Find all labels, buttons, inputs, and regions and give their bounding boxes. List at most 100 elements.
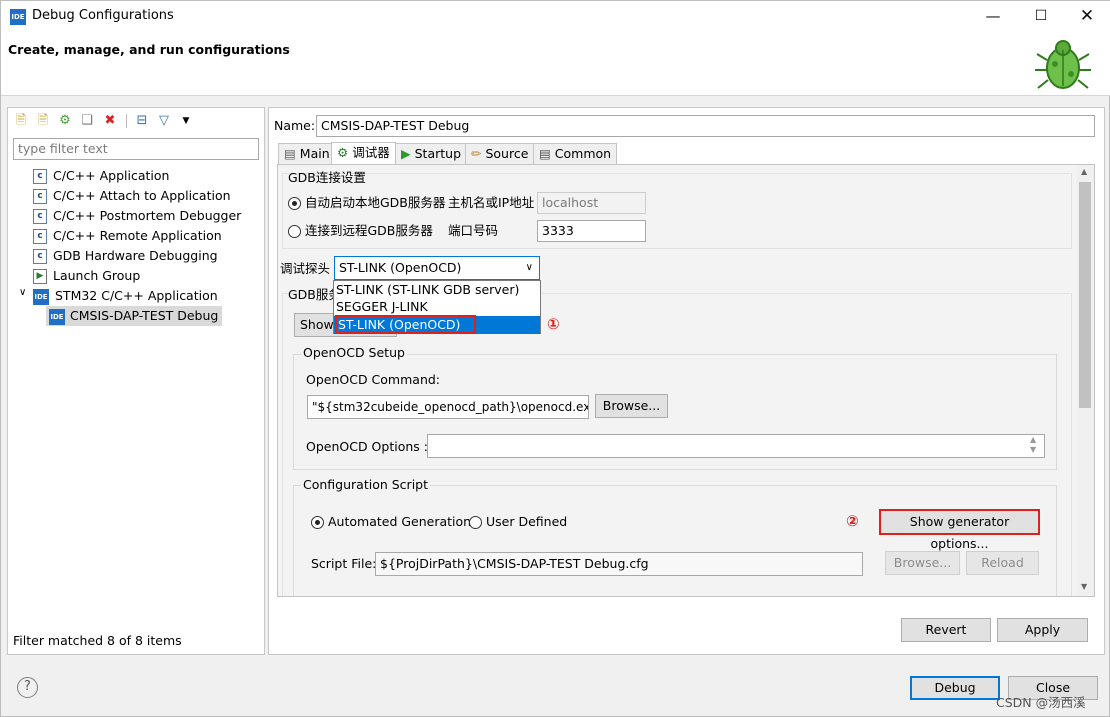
user-defined-label: User Defined: [486, 514, 568, 529]
host-input[interactable]: localhost: [537, 192, 646, 214]
port-label: 端口号码: [448, 223, 499, 238]
tree-expand-chevron-icon[interactable]: ∨: [19, 287, 26, 298]
script-file-label: Script File:: [311, 556, 377, 571]
minimize-button[interactable]: —: [970, 1, 1016, 32]
tab-debugger[interactable]: ⚙ 调试器: [331, 142, 396, 164]
tab-label: Main: [299, 146, 330, 161]
close-window-button[interactable]: ✕: [1064, 1, 1110, 32]
probe-option-stlink-openocd[interactable]: ST-LINK (OpenOCD): [335, 315, 476, 334]
debug-configurations-window: IDE Debug Configurations — ☐ ✕ Create, m…: [0, 0, 1110, 717]
delete-icon[interactable]: ✖: [102, 113, 118, 129]
apply-button[interactable]: Apply: [997, 618, 1088, 642]
c-config-icon: c: [33, 229, 47, 244]
dialog-header: Create, manage, and run configurations: [1, 32, 1110, 96]
export-icon[interactable]: ⚙: [57, 113, 73, 129]
debug-button[interactable]: Debug: [910, 676, 1000, 700]
name-input[interactable]: CMSIS-DAP-TEST Debug: [316, 115, 1095, 137]
probe-label: 调试探头: [280, 261, 331, 276]
scroll-up-icon[interactable]: ▲: [1081, 167, 1087, 176]
view-menu-chevron-icon[interactable]: ▼: [178, 113, 194, 129]
tree-item-cpp-postmortem[interactable]: c C/C++ Postmortem Debugger: [33, 206, 241, 226]
toolbar-divider: [126, 114, 127, 128]
c-config-icon: c: [33, 249, 47, 264]
scroll-down-icon[interactable]: ▼: [1081, 582, 1087, 591]
ide-icon: IDE: [33, 288, 49, 305]
reload-label: Reload: [981, 555, 1024, 570]
options-spin-icon[interactable]: ▲ ▼: [1030, 435, 1036, 455]
tree-item-launch-group[interactable]: ▶ Launch Group: [33, 266, 140, 286]
port-input[interactable]: 3333: [537, 220, 646, 242]
probe-select[interactable]: ST-LINK (OpenOCD) ∨: [334, 256, 540, 280]
help-icon[interactable]: ?: [17, 677, 38, 698]
watermark: CSDN @汤西溪: [996, 695, 1086, 710]
radio-dot: [311, 516, 324, 529]
tree-item-gdb-hardware[interactable]: c GDB Hardware Debugging: [33, 246, 218, 266]
openocd-command-input[interactable]: "${stm32cubeide_openocd_path}\openocd.ex…: [307, 395, 589, 419]
chevron-down-icon: ∨: [525, 262, 533, 273]
tree-item-cpp-attach[interactable]: c C/C++ Attach to Application: [33, 186, 231, 206]
ide-icon: IDE: [49, 308, 65, 325]
tree-item-cmsis-dap-test[interactable]: IDE CMSIS-DAP-TEST Debug: [46, 306, 223, 326]
host-label: 主机名或IP地址: [448, 195, 535, 210]
tree-item-label: C/C++ Postmortem Debugger: [53, 208, 242, 223]
openocd-options-input[interactable]: [427, 434, 1045, 458]
show-button-label: Show: [300, 317, 334, 332]
new-config-icon[interactable]: 🗎: [13, 113, 29, 129]
c-config-icon: c: [33, 169, 47, 184]
header-title: Create, manage, and run configurations: [8, 42, 290, 57]
annotation-mark-1: ①: [547, 315, 560, 333]
tab-common[interactable]: ▤ Common: [533, 143, 618, 164]
window-title: Debug Configurations: [32, 8, 174, 23]
probe-option-segger-jlink[interactable]: SEGGER J-LINK: [336, 299, 538, 315]
browse-label: Browse...: [602, 398, 661, 413]
radio-dot: [288, 225, 301, 238]
tab-startup[interactable]: ▶ Startup: [395, 143, 468, 164]
script-file-input[interactable]: ${ProjDirPath}\CMSIS-DAP-TEST Debug.cfg: [375, 552, 863, 576]
automated-generation-radio[interactable]: Automated Generation: [311, 514, 471, 530]
maximize-button[interactable]: ☐: [1018, 1, 1064, 32]
user-defined-radio[interactable]: User Defined: [469, 514, 567, 530]
automated-generation-label: Automated Generation: [328, 514, 472, 529]
duplicate-icon[interactable]: ❏: [79, 113, 95, 129]
auto-gdb-label: 自动启动本地GDB服务器: [305, 195, 446, 210]
probe-option-stlink-gdb[interactable]: ST-LINK (ST-LINK GDB server): [336, 282, 538, 298]
show-generator-options-button[interactable]: Show generator options...: [879, 509, 1040, 551]
vertical-scrollbar[interactable]: ▲ ▼: [1077, 165, 1094, 596]
new-prototype-icon[interactable]: 🗎: [35, 113, 51, 129]
main-tab-icon: ▤: [284, 146, 296, 161]
reload-button[interactable]: Reload: [966, 551, 1039, 575]
openocd-browse-button[interactable]: Browse...: [595, 394, 668, 418]
tree-item-label: STM32 C/C++ Application: [55, 288, 218, 303]
tab-label: Startup: [414, 146, 462, 161]
tree-item-cpp-application[interactable]: c C/C++ Application: [33, 166, 169, 186]
source-tab-icon: ✏: [471, 146, 482, 161]
name-label: Name:: [274, 118, 316, 133]
filter-input[interactable]: type filter text: [13, 138, 259, 160]
script-browse-button[interactable]: Browse...: [885, 551, 960, 575]
remote-gdb-radio[interactable]: 连接到远程GDB服务器: [288, 223, 433, 239]
tree-item-label: GDB Hardware Debugging: [53, 248, 218, 263]
scrollbar-thumb[interactable]: [1079, 182, 1091, 408]
bug-icon: [1035, 40, 1091, 89]
tab-source[interactable]: ✏ Source: [465, 143, 535, 164]
tree-item-stm32-application[interactable]: IDE STM32 C/C++ Application: [33, 286, 218, 306]
revert-button[interactable]: Revert: [901, 618, 991, 642]
annotation-mark-2: ②: [846, 512, 859, 530]
radio-dot: [469, 516, 482, 529]
auto-gdb-radio[interactable]: 自动启动本地GDB服务器: [288, 195, 445, 211]
tab-label: Source: [485, 146, 529, 161]
browse-label: Browse...: [893, 555, 952, 570]
radio-dot: [288, 197, 301, 210]
tree-item-label: C/C++ Application: [53, 168, 170, 183]
collapse-all-icon[interactable]: ⊟: [134, 113, 150, 129]
filter-status: Filter matched 8 of 8 items: [13, 633, 182, 648]
tab-label: 调试器: [352, 145, 390, 160]
debug-label: Debug: [934, 680, 976, 695]
title-bar: IDE Debug Configurations — ☐ ✕: [1, 1, 1110, 32]
c-config-icon: c: [33, 209, 47, 224]
probe-dropdown-list: ST-LINK (ST-LINK GDB server) SEGGER J-LI…: [333, 280, 541, 334]
tree-item-cpp-remote[interactable]: c C/C++ Remote Application: [33, 226, 222, 246]
debugger-tab-content: GDB连接设置 自动启动本地GDB服务器 主机名或IP地址 localhost …: [277, 164, 1095, 597]
filter-icon[interactable]: ▽: [156, 113, 172, 129]
tab-main[interactable]: ▤ Main: [278, 143, 336, 164]
